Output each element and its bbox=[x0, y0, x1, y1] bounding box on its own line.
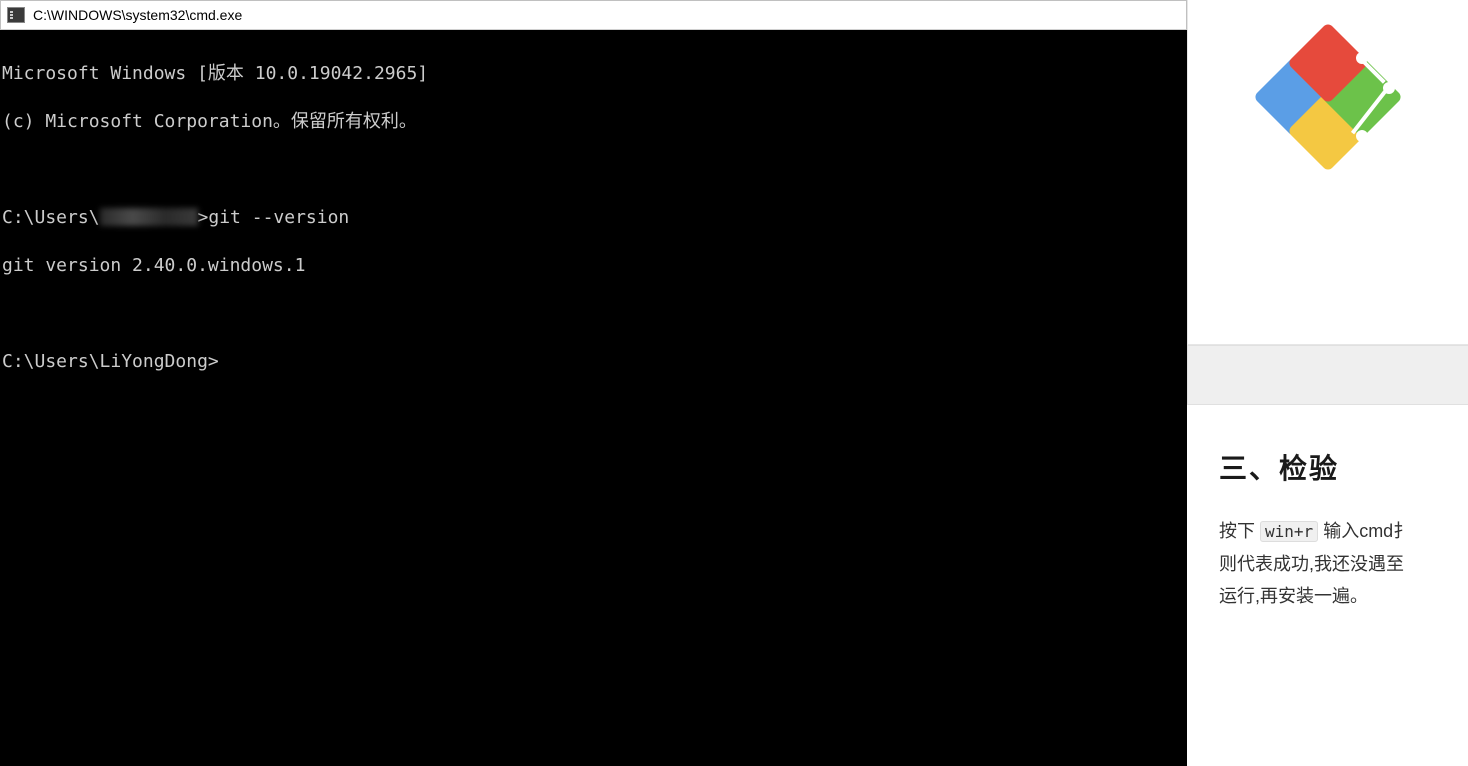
article-text: 输入cmd扌 bbox=[1318, 521, 1411, 541]
terminal-line: C:\Users\LiYongDong> bbox=[2, 350, 1185, 374]
kbd-shortcut: win+r bbox=[1260, 521, 1318, 542]
command-text: >git --version bbox=[198, 207, 350, 228]
redacted-username bbox=[100, 208, 198, 226]
article-line: 按下 win+r 输入cmd扌 bbox=[1219, 515, 1468, 548]
section-heading: 三、检验 bbox=[1219, 447, 1468, 487]
terminal-line: (c) Microsoft Corporation。保留所有权利。 bbox=[2, 110, 1185, 134]
terminal-line: Microsoft Windows [版本 10.0.19042.2965] bbox=[2, 62, 1185, 86]
terminal-line bbox=[2, 302, 1185, 326]
separator-bar bbox=[1187, 345, 1468, 405]
article-line: 则代表成功,我还没遇至 bbox=[1219, 548, 1468, 580]
cmd-window: C:\WINDOWS\system32\cmd.exe Microsoft Wi… bbox=[0, 0, 1187, 766]
article-content: 三、检验 按下 win+r 输入cmd扌 则代表成功,我还没遇至 运行,再安装一… bbox=[1187, 405, 1468, 612]
terminal-line bbox=[2, 158, 1185, 182]
window-title: C:\WINDOWS\system32\cmd.exe bbox=[33, 7, 242, 23]
prompt-path: C:\Users\ bbox=[2, 207, 100, 228]
article-body: 按下 win+r 输入cmd扌 则代表成功,我还没遇至 运行,再安装一遍。 bbox=[1219, 515, 1468, 612]
logo-node bbox=[1356, 130, 1368, 142]
article-panel: 三、检验 按下 win+r 输入cmd扌 则代表成功,我还没遇至 运行,再安装一… bbox=[1187, 0, 1468, 766]
terminal-line: git version 2.40.0.windows.1 bbox=[2, 254, 1185, 278]
cmd-icon bbox=[7, 7, 25, 23]
terminal-line: C:\Users\ >git --version bbox=[2, 206, 1185, 230]
article-text: 按下 bbox=[1219, 521, 1260, 541]
logo-section bbox=[1187, 0, 1468, 345]
terminal-output[interactable]: Microsoft Windows [版本 10.0.19042.2965] (… bbox=[0, 30, 1187, 766]
window-titlebar[interactable]: C:\WINDOWS\system32\cmd.exe bbox=[0, 0, 1187, 30]
git-logo-icon bbox=[1253, 22, 1403, 172]
article-line: 运行,再安装一遍。 bbox=[1219, 580, 1468, 612]
